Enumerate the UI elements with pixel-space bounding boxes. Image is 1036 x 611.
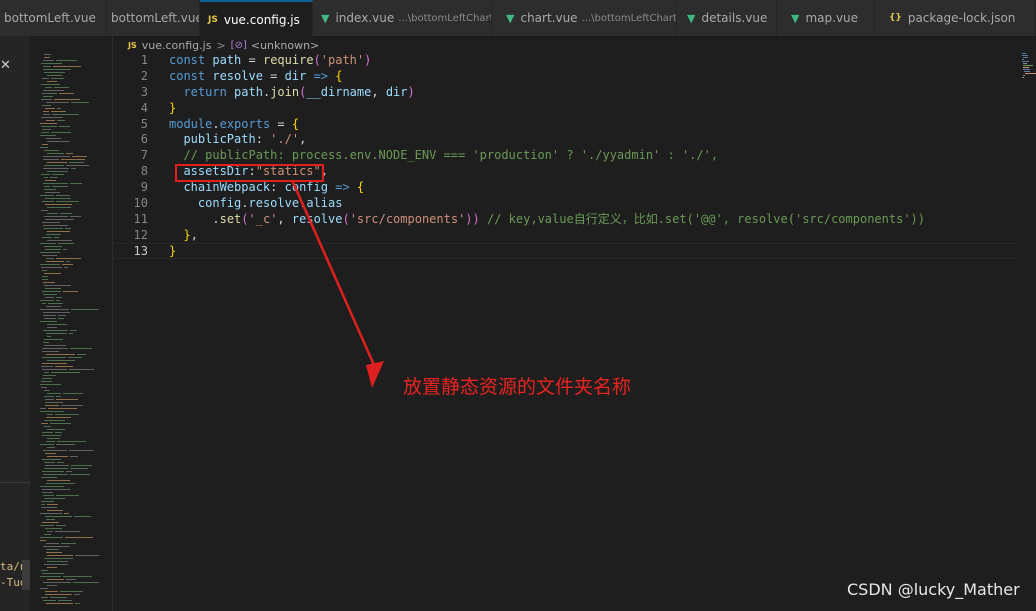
annotation-arrow [290,179,384,388]
annotation-label: 放置静态资源的文件夹名称 [403,376,632,398]
watermark: CSDN @lucky_Mather [847,580,1020,599]
